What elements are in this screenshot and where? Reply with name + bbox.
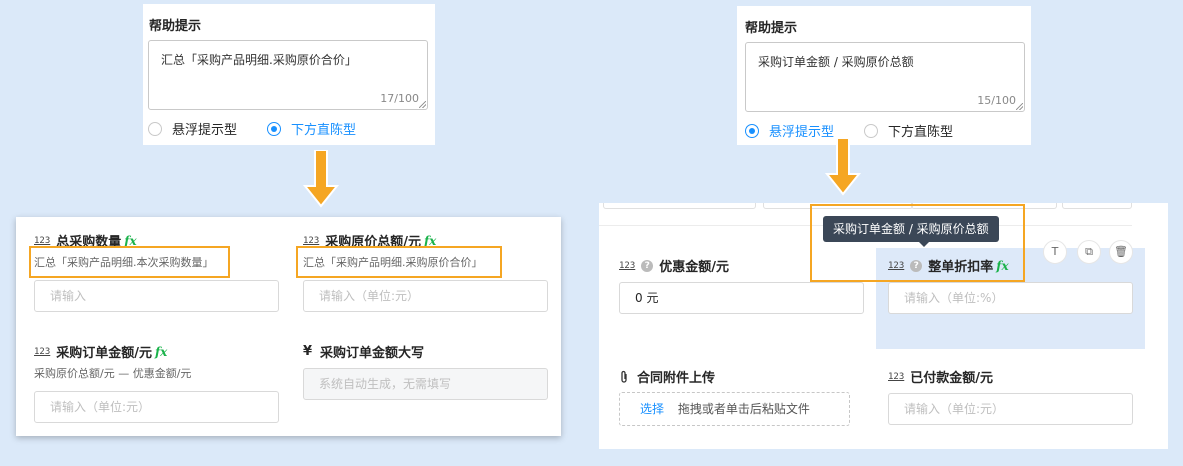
radio-inline-mode[interactable] — [267, 121, 282, 136]
down-arrow-icon — [824, 138, 862, 196]
char-count: 17/100 — [380, 92, 419, 105]
order-upper-input: 系统自动生成，无需填写 — [303, 368, 548, 400]
field-label-text: 优惠金额/元 — [659, 260, 730, 275]
text-format-icon[interactable]: T — [1043, 240, 1067, 264]
rate-input[interactable]: 请输入（单位:%） — [888, 282, 1133, 314]
cutoff-input — [603, 203, 756, 209]
radio-hover-mode-label[interactable]: 悬浮提示型 — [172, 119, 237, 138]
field-label-paid: 123 已付款金额/元 — [888, 367, 993, 386]
left-form-card: 123 总采购数量 fx 汇总「采购产品明细.本次采购数量」 请输入 123 采… — [16, 217, 561, 436]
help-textarea-text: 采购订单金额 / 采购原价总额 — [758, 55, 914, 69]
help-question-icon[interactable]: ? — [641, 259, 654, 272]
help-textarea[interactable]: 采购订单金额 / 采购原价总额 15/100 — [745, 42, 1025, 112]
discount-input[interactable]: 0 元 — [619, 282, 864, 314]
char-count: 15/100 — [977, 94, 1016, 107]
field-label-text: 已付款金额/元 — [910, 371, 994, 386]
order-amount-input[interactable]: 请输入（单位:元） — [34, 391, 279, 423]
upload-hint: 拖拽或者单击后粘贴文件 — [677, 402, 810, 416]
upload-select-link[interactable]: 选择 — [640, 402, 664, 416]
radio-inline-mode-label[interactable]: 下方直陈型 — [888, 121, 953, 140]
resize-handle-icon[interactable] — [419, 101, 426, 108]
left-help-panel: 帮助提示 汇总「采购产品明细.采购原价合价」 17/100 悬浮提示型 下方直陈… — [143, 4, 435, 145]
number-field-icon: 123 — [34, 235, 51, 246]
resize-handle-icon[interactable] — [1016, 103, 1023, 110]
delete-icon[interactable]: 🗑 — [1109, 240, 1133, 264]
highlight-box — [296, 246, 502, 278]
currency-yen-icon: ¥ — [303, 344, 313, 359]
field-label-text: 合同附件上传 — [637, 371, 716, 386]
down-arrow-icon — [302, 150, 340, 208]
copy-icon[interactable]: ⧉ — [1077, 240, 1101, 264]
paid-input[interactable]: 请输入（单位:元） — [888, 393, 1133, 425]
number-field-icon: 123 — [888, 371, 905, 382]
field-label-order-upper: ¥ 采购订单金额大写 — [303, 342, 424, 361]
field-label-attachment: 合同附件上传 — [619, 367, 715, 386]
field-label-discount: 123 ? 优惠金额/元 — [619, 256, 729, 275]
help-textarea[interactable]: 汇总「采购产品明细.采购原价合价」 17/100 — [148, 40, 428, 110]
field-help-text: 采购原价总额/元 — 优惠金额/元 — [34, 367, 192, 380]
radio-inline-mode-label[interactable]: 下方直陈型 — [291, 119, 356, 138]
help-tooltip: 采购订单金额 / 采购原价总额 — [823, 216, 999, 247]
cutoff-input — [1062, 203, 1132, 209]
number-field-icon: 123 — [303, 235, 320, 246]
radio-hover-mode[interactable] — [745, 123, 759, 138]
help-title: 帮助提示 — [149, 19, 202, 34]
display-mode-radios: 悬浮提示型 下方直陈型 — [148, 119, 386, 138]
number-field-icon: 123 — [34, 346, 51, 357]
highlight-box — [29, 246, 230, 278]
help-title: 帮助提示 — [745, 21, 798, 36]
radio-inline-mode[interactable] — [864, 123, 879, 138]
field-label-text: 采购订单金额大写 — [320, 346, 425, 361]
help-textarea-text: 汇总「采购产品明细.采购原价合价」 — [161, 53, 357, 67]
file-upload-dropzone[interactable]: 选择 拖拽或者单击后粘贴文件 — [619, 392, 850, 426]
display-mode-radios: 悬浮提示型 下方直陈型 — [745, 121, 983, 140]
number-field-icon: 123 — [619, 260, 636, 271]
field-label-order-amount: 123 采购订单金额/元 fx — [34, 342, 168, 362]
field-label-text: 采购订单金额/元 — [56, 346, 153, 361]
right-help-panel: 帮助提示 采购订单金额 / 采购原价总额 15/100 悬浮提示型 下方直陈型 — [737, 6, 1031, 145]
orig-total-input[interactable]: 请输入（单位:元） — [303, 280, 548, 312]
radio-hover-mode[interactable] — [148, 121, 162, 136]
formula-fx-icon: fx — [155, 344, 168, 359]
total-qty-input[interactable]: 请输入 — [34, 280, 279, 312]
paperclip-icon — [621, 370, 627, 383]
